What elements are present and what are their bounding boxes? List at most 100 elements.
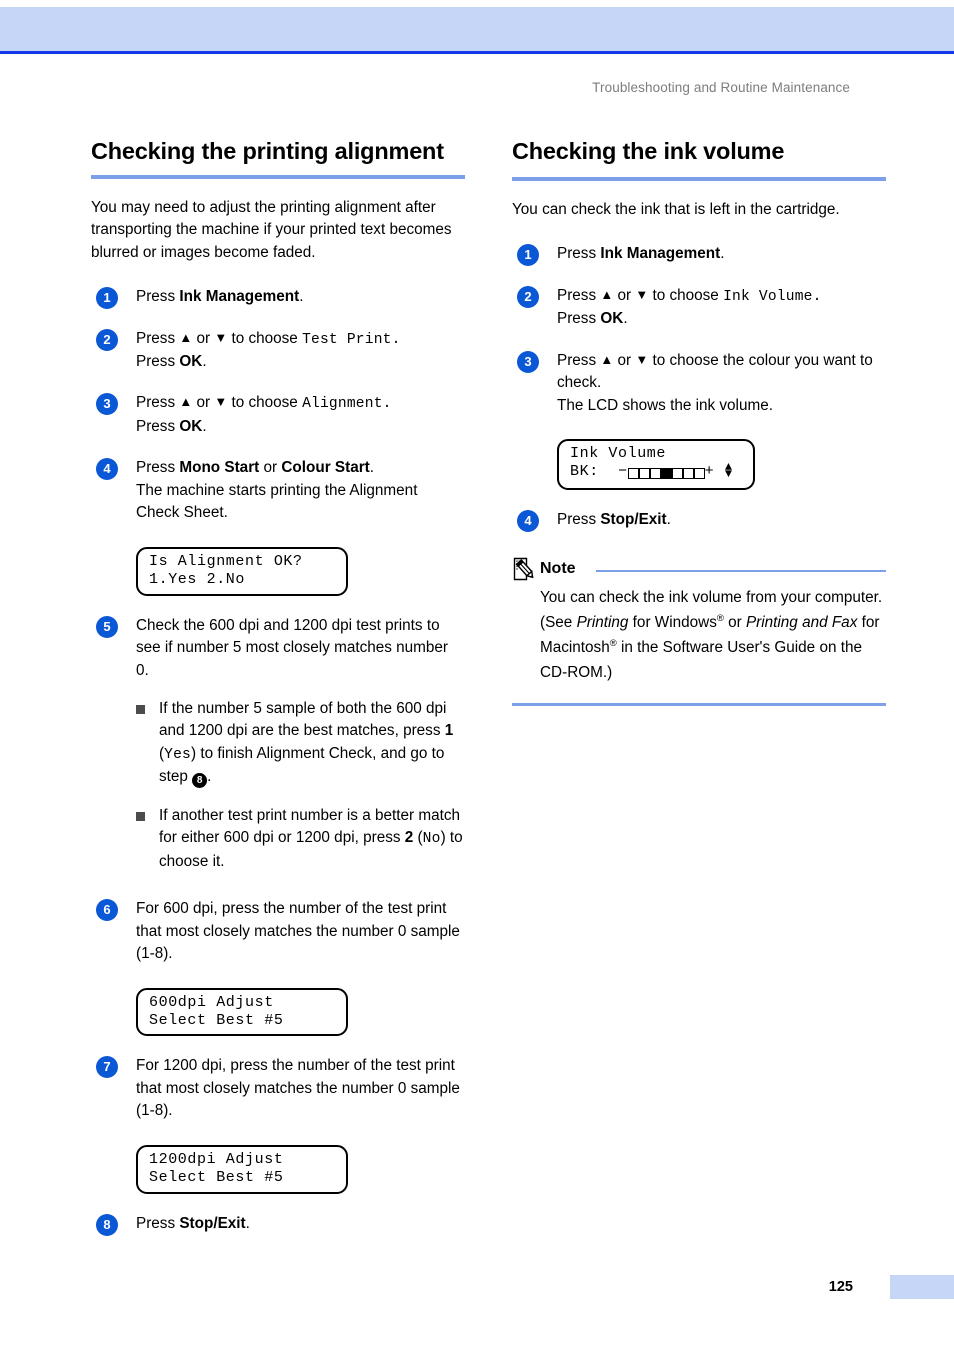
step-text-line2: The LCD shows the ink volume.	[557, 396, 773, 414]
page-number: 125	[828, 1279, 853, 1295]
bullet-text-a: If the number 5 sample of both the 600 d…	[159, 699, 447, 740]
step-text: Press ▲ or ▼ to choose Test Print. Press …	[136, 328, 465, 374]
registered-mark: ®	[716, 613, 724, 625]
lcd-line-2: Select Best #5	[149, 1168, 284, 1186]
lcd-colour-label-bk: BK:	[570, 463, 599, 481]
button-name-ink-management: Ink Management	[179, 288, 300, 306]
step-text-line2: The machine starts printing the Alignmen…	[136, 481, 418, 522]
note-text-part2: for Windows	[628, 614, 717, 632]
step-text-pre: Press	[557, 351, 601, 369]
step-2: 2 Press ▲ or ▼ to choose Test Print. Pres…	[91, 328, 465, 374]
ink-segment-empty	[638, 467, 650, 479]
step-text: Press ▲ or ▼ to choose Ink Volume. Press …	[557, 285, 886, 331]
ink-segment-empty	[627, 467, 639, 479]
note-bottom-rule	[512, 702, 886, 706]
list-item: If another test print number is a better…	[136, 805, 465, 873]
lcd-menu-item-test-print: Test Print.	[302, 331, 401, 348]
step-number: 3	[517, 350, 539, 373]
step-text-pre: Press	[136, 288, 180, 306]
up-arrow-icon: ▲	[179, 329, 193, 345]
doc-reference-printing-and-fax: Printing and Fax	[745, 614, 858, 632]
note-pencil-icon	[512, 557, 536, 582]
step-text-line2-post: .	[623, 310, 628, 328]
step-text: For 600 dpi, press the number of the tes…	[136, 900, 460, 963]
key-1: 1	[444, 722, 454, 740]
step-number: 5	[96, 615, 118, 638]
step-number: 1	[517, 244, 539, 267]
step-text-pre: Press	[557, 510, 601, 528]
conjunction-or: or	[613, 286, 636, 304]
step-3: 3 Press ▲ or ▼ to choose Alignment. Press…	[91, 392, 465, 438]
down-arrow-icon: ▼	[635, 286, 649, 302]
step-text-post: .	[720, 245, 725, 263]
step-number: 7	[96, 1056, 118, 1079]
down-arrow-icon: ▼	[214, 329, 228, 345]
conjunction-or: or	[192, 329, 215, 347]
ink-segment-filled	[660, 467, 672, 479]
title-underline	[91, 175, 465, 180]
lcd-plus-sign: +	[704, 463, 715, 481]
ink-segment-empty	[649, 467, 661, 479]
lcd-menu-item-alignment: Alignment.	[302, 396, 392, 413]
key-2: 2	[404, 829, 414, 847]
step-reference-8: 8	[192, 773, 208, 789]
step-number: 6	[96, 899, 118, 922]
button-name-ok: OK	[179, 417, 203, 435]
lcd-line-1: Ink Volume	[570, 445, 667, 463]
step-number: 2	[517, 285, 539, 308]
ink-segment-empty	[671, 467, 683, 479]
running-head: Troubleshooting and Routine Maintenance	[592, 80, 850, 95]
step-number: 3	[96, 393, 118, 416]
step-number: 8	[96, 1213, 118, 1236]
lcd-line-1: 1200dpi Adjust	[149, 1150, 284, 1168]
step-1: 1 Press Ink Management.	[512, 243, 886, 267]
button-name-mono-start: Mono Start	[179, 459, 260, 477]
doc-reference-printing: Printing	[576, 614, 629, 632]
up-arrow-icon: ▲	[600, 351, 614, 367]
step-text: Press Ink Management.	[136, 286, 465, 308]
lcd-display-1200dpi-adjust: 1200dpi Adjust Select Best #5	[136, 1144, 348, 1194]
note-text-part3: or	[723, 614, 746, 632]
step-text-post: .	[299, 288, 304, 306]
step-text-mid: to choose	[648, 286, 724, 304]
step-text: Press ▲ or ▼ to choose Alignment. Press O…	[136, 392, 465, 438]
step-6: 6 For 600 dpi, press the number of the t…	[91, 898, 465, 1037]
bullet-text-b: (	[413, 829, 423, 847]
lcd-display-wrapper-alignment-ok: Is Alignment OK? 1.Yes 2.No	[136, 536, 465, 596]
ink-level-bar	[627, 465, 705, 483]
button-name-ok: OK	[600, 310, 624, 328]
step-1: 1 Press Ink Management.	[91, 286, 465, 310]
step-text-mid: to choose	[227, 329, 303, 347]
step-4: 4 Press Mono Start or Colour Start. The m…	[91, 457, 465, 596]
lcd-option-yes: Yes	[164, 746, 191, 763]
step-2: 2 Press ▲ or ▼ to choose Ink Volume. Pres…	[512, 285, 886, 331]
step-text-pre: Press	[136, 1214, 180, 1232]
step-text-pre: Press	[136, 394, 180, 412]
button-name-ink-management: Ink Management	[600, 245, 721, 263]
step-text-mid: to choose	[227, 394, 303, 412]
button-name-colour-start: Colour Start	[281, 459, 370, 477]
step-text-pre: Press	[557, 245, 601, 263]
up-arrow-icon: ▲	[600, 286, 614, 302]
button-name-ok: OK	[179, 352, 203, 370]
step-text-line2-post: .	[202, 417, 207, 435]
step-4: 4 Press Stop/Exit.	[512, 509, 886, 532]
lcd-minus-sign: −	[618, 463, 628, 481]
section-title-ink-volume: Checking the ink volume	[512, 138, 785, 164]
lcd-display-alignment-ok: Is Alignment OK? 1.Yes 2.No	[136, 546, 348, 596]
step-text-line2-pre: Press	[136, 417, 180, 435]
note-text: You can check the ink volume from your c…	[512, 586, 886, 685]
step-number: 2	[96, 328, 118, 351]
ink-segment-empty	[693, 467, 705, 479]
lcd-line-2: Select Best #5	[149, 1011, 284, 1029]
list-item: If the number 5 sample of both the 600 d…	[136, 698, 465, 789]
intro-paragraph: You may need to adjust the printing alig…	[91, 199, 452, 261]
ink-segment-empty	[682, 467, 694, 479]
step-text: Press Mono Start or Colour Start. The mac…	[136, 457, 465, 524]
step-text: Press Ink Management.	[557, 243, 886, 265]
step-number: 4	[96, 458, 118, 481]
note-box: Note You can check the ink volume from y…	[512, 557, 886, 706]
note-top-rule	[596, 570, 886, 573]
lcd-display-wrapper-ink-volume: Ink Volume BK: − + ▲ ▼	[557, 428, 886, 490]
step-text-post: .	[369, 459, 374, 477]
